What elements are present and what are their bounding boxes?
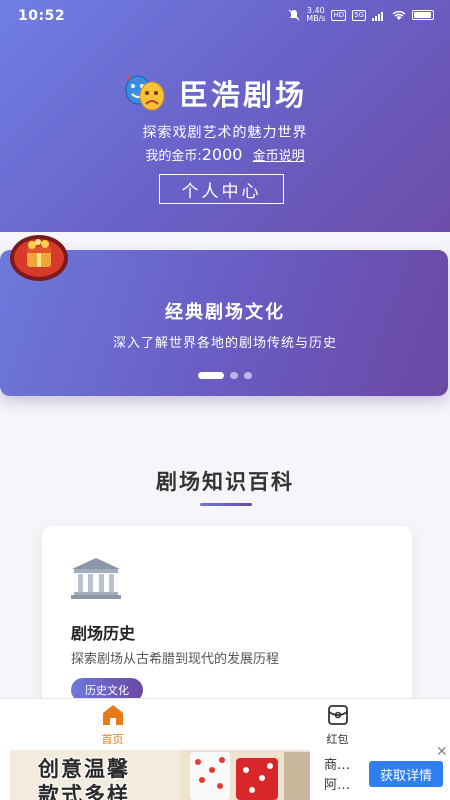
ad-headline-line2: 款式多样 (38, 783, 130, 800)
signal-icon (372, 11, 383, 21)
card-description: 探索剧场从古希腊到现代的发展历程 (71, 652, 280, 667)
ad-meta-line2: 阿… (324, 778, 351, 793)
ad-meta-line1: 商… (324, 758, 351, 773)
hd-badge: HD (331, 9, 347, 21)
mute-icon (288, 9, 300, 21)
carousel-subtitle: 深入了解世界各地的剧场传统与历史 (112, 336, 337, 351)
section-title: 剧场知识百科 (156, 470, 294, 494)
red-packet-icon (327, 705, 348, 725)
nav-item-home[interactable]: 首页 (0, 699, 225, 751)
bottom-nav: 首页 红包 (0, 698, 450, 750)
home-icon (102, 705, 123, 725)
network-speed: 3.40 MB/s (306, 7, 325, 23)
ad-cta-button[interactable]: 获取详情 (369, 761, 443, 787)
ad-close-icon[interactable]: ✕ (436, 744, 448, 760)
status-icons: 3.40 MB/s HD 5G (288, 7, 434, 23)
ad-image: 创意温馨 款式多样 (10, 750, 310, 800)
ad-headline: 创意温馨 款式多样 (38, 756, 130, 800)
coins-info-link[interactable]: 金币说明 (253, 149, 305, 164)
nav-item-red-packet[interactable]: 红包 (225, 699, 450, 751)
network-badge: 5G (352, 9, 366, 21)
speed-unit: MB/s (306, 14, 326, 23)
status-time: 10:52 (18, 8, 66, 24)
app-title: 臣浩剧场 (179, 78, 308, 112)
coins-label: 我的金币: (145, 149, 202, 164)
carousel-dot-3[interactable] (244, 372, 252, 379)
nav-label-home: 首页 (101, 733, 124, 746)
hero-header: 10:52 3.40 MB/s HD 5G 臣浩剧场 探索戏剧艺术的魅力世界 我… (0, 0, 450, 232)
status-bar: 10:52 3.40 MB/s HD 5G (0, 0, 450, 32)
battery-icon (412, 10, 434, 20)
carousel-dot-1[interactable] (198, 372, 224, 379)
floating-red-packet-icon[interactable] (8, 234, 70, 282)
nav-label-red-packet: 红包 (326, 733, 349, 746)
coins-value: 2000 (201, 145, 243, 164)
ad-meta: 商… 阿… (324, 756, 350, 796)
theater-masks-icon (123, 73, 167, 113)
carousel-indicators (0, 372, 450, 379)
museum-icon (70, 556, 122, 600)
brand: 臣浩剧场 (123, 72, 307, 114)
coin-balance: 我的金币:2000 金币说明 (0, 145, 450, 164)
wifi-icon (392, 10, 406, 20)
carousel-dot-2[interactable] (230, 372, 238, 379)
profile-center-button[interactable]: 个人中心 (159, 174, 284, 204)
card-title: 剧场历史 (71, 624, 136, 643)
tagline: 探索戏剧艺术的魅力世界 (142, 125, 308, 141)
ad-headline-line1: 创意温馨 (38, 757, 130, 781)
section-underline (200, 503, 252, 506)
knowledge-card[interactable]: 剧场历史 探索剧场从古希腊到现代的发展历程 历史文化 (42, 526, 412, 716)
carousel-title: 经典剧场文化 (165, 302, 285, 323)
ad-cups-image (180, 750, 310, 800)
